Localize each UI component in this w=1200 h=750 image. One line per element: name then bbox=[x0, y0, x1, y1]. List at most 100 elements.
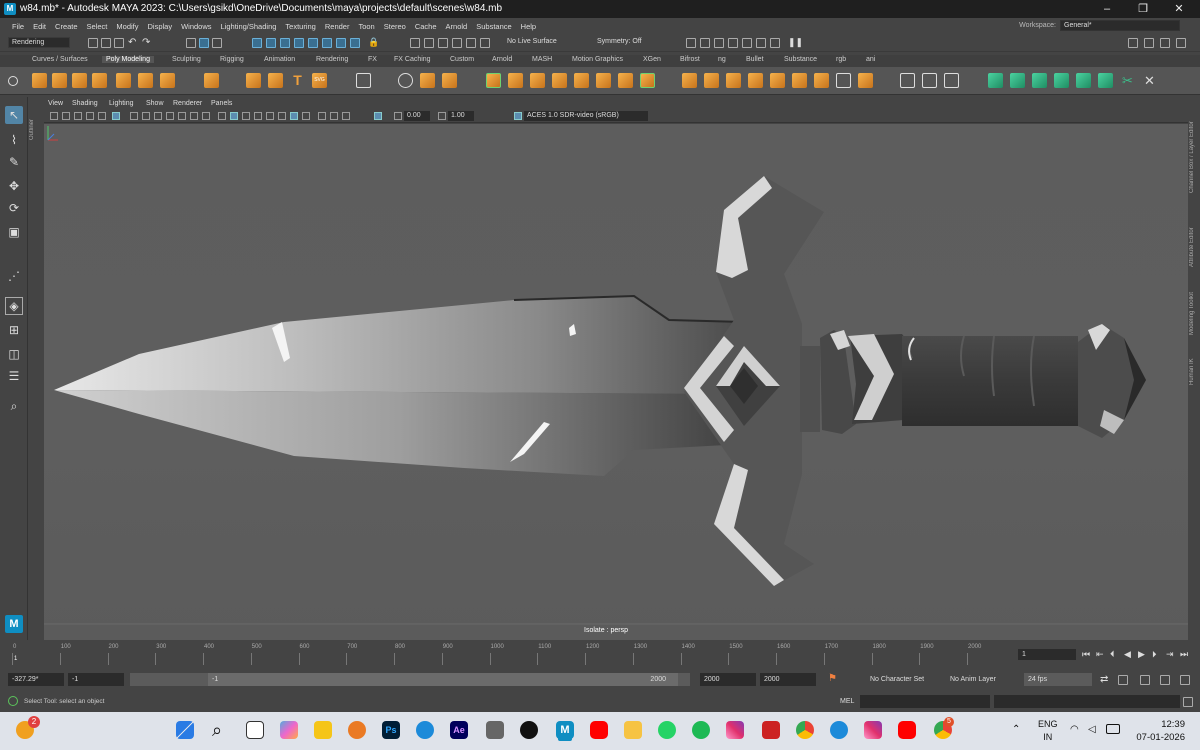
snap-point-icon[interactable] bbox=[280, 38, 290, 48]
combine-icon[interactable] bbox=[398, 73, 413, 88]
instagram-icon[interactable] bbox=[726, 721, 744, 739]
shelf-tab-fx-caching[interactable]: FX Caching bbox=[394, 56, 431, 63]
grease-pencil-icon[interactable] bbox=[112, 112, 120, 120]
workspace-dropdown[interactable]: General* bbox=[1060, 20, 1180, 31]
script-language[interactable]: MEL bbox=[836, 695, 858, 708]
lasso-tool-icon[interactable]: ⌇ bbox=[5, 131, 23, 149]
poly-cone-icon[interactable] bbox=[92, 73, 107, 88]
shadows-icon[interactable] bbox=[278, 112, 286, 120]
gamma-field[interactable]: 1.00 bbox=[448, 111, 474, 121]
select-camera-icon[interactable] bbox=[50, 112, 58, 120]
shelf-tab-substance[interactable]: Substance bbox=[784, 56, 817, 63]
render-setup-icon[interactable] bbox=[480, 38, 490, 48]
maya-home-icon[interactable]: M bbox=[5, 615, 23, 633]
fps-dropdown[interactable]: 24 fps bbox=[1024, 673, 1092, 686]
uv-layout-icon[interactable] bbox=[1098, 73, 1113, 88]
current-frame-field[interactable]: 1 bbox=[1018, 649, 1076, 660]
film-gate-icon[interactable] bbox=[142, 112, 150, 120]
target-weld-icon[interactable] bbox=[682, 73, 697, 88]
poke-icon[interactable] bbox=[858, 73, 873, 88]
textured-icon[interactable] bbox=[254, 112, 262, 120]
poly-cube-icon[interactable] bbox=[52, 73, 67, 88]
workspace-icon-4[interactable] bbox=[728, 38, 738, 48]
uv-auto-icon[interactable] bbox=[1054, 73, 1069, 88]
poly-cylinder-icon[interactable] bbox=[72, 73, 87, 88]
use-lights-icon[interactable] bbox=[266, 112, 274, 120]
workspace-icon-2[interactable] bbox=[700, 38, 710, 48]
viewport-persp[interactable]: Isolate : persp bbox=[44, 124, 1188, 640]
multi-cut-icon[interactable] bbox=[640, 73, 655, 88]
step-back-key-icon[interactable]: ⇤ bbox=[1096, 649, 1106, 659]
gate-mask-icon[interactable] bbox=[166, 112, 174, 120]
open-scene-icon[interactable] bbox=[101, 38, 111, 48]
human-ik-tab[interactable]: Human IK bbox=[1189, 345, 1195, 385]
mirror-icon[interactable] bbox=[552, 73, 567, 88]
smooth-shade-icon[interactable] bbox=[230, 112, 238, 120]
obs-icon[interactable] bbox=[520, 721, 538, 739]
poly-platonic-icon[interactable] bbox=[204, 73, 219, 88]
shelf-options-icon[interactable] bbox=[8, 76, 18, 86]
new-scene-icon[interactable] bbox=[88, 38, 98, 48]
sweep-mesh-icon[interactable] bbox=[268, 73, 283, 88]
blender-icon[interactable] bbox=[348, 721, 366, 739]
xray-joints-icon[interactable] bbox=[302, 112, 310, 120]
camera-attributes-icon[interactable] bbox=[62, 112, 70, 120]
outliner-layout-icon[interactable]: ☰ bbox=[5, 367, 23, 385]
go-to-end-icon[interactable]: ⏭ bbox=[1180, 649, 1190, 659]
menu-help[interactable]: Help bbox=[521, 22, 536, 31]
menuset-dropdown[interactable]: Rendering bbox=[8, 37, 70, 48]
modeling-toolkit-tab[interactable]: Modeling Toolkit bbox=[1189, 275, 1195, 335]
shelf-tab-bifrost[interactable]: Bifrost bbox=[680, 56, 700, 63]
attribute-editor-tab[interactable]: Attribute Editor bbox=[1189, 207, 1195, 267]
step-forward-key-icon[interactable]: ⇥ bbox=[1166, 649, 1176, 659]
capcut-icon[interactable] bbox=[486, 721, 504, 739]
poly-disc-icon[interactable] bbox=[160, 73, 175, 88]
exposure-icon[interactable] bbox=[394, 112, 402, 120]
select-hierarchy-icon[interactable] bbox=[186, 38, 196, 48]
prefs-icon[interactable] bbox=[1180, 675, 1190, 685]
field-chart-icon[interactable] bbox=[178, 112, 186, 120]
snap-face-icon[interactable] bbox=[350, 38, 360, 48]
menu-toon[interactable]: Toon bbox=[358, 22, 374, 31]
single-perspective-icon[interactable]: ◈ bbox=[5, 297, 23, 315]
four-view-icon[interactable]: ⊞ bbox=[5, 321, 23, 339]
menu-arnold[interactable]: Arnold bbox=[446, 22, 468, 31]
two-view-icon[interactable]: ◫ bbox=[5, 345, 23, 363]
character-set-field[interactable]: No Character Set bbox=[866, 673, 926, 686]
offset-edge-loop-icon[interactable] bbox=[748, 73, 763, 88]
shelf-tab-animation[interactable]: Animation bbox=[264, 56, 295, 63]
uv-planar-icon[interactable] bbox=[988, 73, 1003, 88]
exposure-field[interactable]: 0.00 bbox=[404, 111, 430, 121]
wireframe-on-shaded-icon[interactable] bbox=[242, 112, 250, 120]
spotify-icon[interactable] bbox=[692, 721, 710, 739]
instagram-2-icon[interactable] bbox=[864, 721, 882, 739]
app-blue-icon[interactable] bbox=[830, 721, 848, 739]
settings-icon[interactable] bbox=[1128, 38, 1138, 48]
render-settings-icon[interactable] bbox=[452, 38, 462, 48]
uv-cylindrical-icon[interactable] bbox=[1010, 73, 1025, 88]
chrome-icon[interactable] bbox=[796, 721, 814, 739]
shelf-tab-bullet[interactable]: Bullet bbox=[746, 56, 764, 63]
step-forward-frame-icon[interactable]: ⏵ bbox=[1152, 649, 1162, 659]
menu-file[interactable]: File bbox=[12, 22, 24, 31]
shelf-tab-custom[interactable]: Custom bbox=[450, 56, 474, 63]
menu-stereo[interactable]: Stereo bbox=[384, 22, 406, 31]
poly-torus-icon[interactable] bbox=[116, 73, 131, 88]
start-icon[interactable] bbox=[176, 721, 194, 739]
poly-sphere-icon[interactable] bbox=[32, 73, 47, 88]
panel-menu-shading[interactable]: Shading bbox=[72, 100, 98, 107]
uv-cut-icon[interactable]: ✂ bbox=[1120, 73, 1135, 88]
snap-grid-icon[interactable] bbox=[252, 38, 262, 48]
ipr-render-icon[interactable] bbox=[438, 38, 448, 48]
color-management-icon[interactable] bbox=[514, 112, 522, 120]
file-explorer-icon[interactable] bbox=[624, 721, 642, 739]
soft-select-icon[interactable] bbox=[900, 73, 915, 88]
menu-lighting-shading[interactable]: Lighting/Shading bbox=[221, 22, 277, 31]
go-to-start-icon[interactable]: ⏮ bbox=[1082, 649, 1092, 659]
move-tool-icon[interactable]: ✥ bbox=[5, 177, 23, 195]
smooth-icon[interactable] bbox=[442, 73, 457, 88]
shelf-tab-motion-graphics[interactable]: Motion Graphics bbox=[572, 56, 623, 63]
anim-end-field[interactable]: 2000 bbox=[760, 673, 816, 686]
wifi-icon[interactable]: ◠ bbox=[1070, 724, 1082, 736]
step-back-frame-icon[interactable]: ⏴ bbox=[1110, 649, 1120, 659]
